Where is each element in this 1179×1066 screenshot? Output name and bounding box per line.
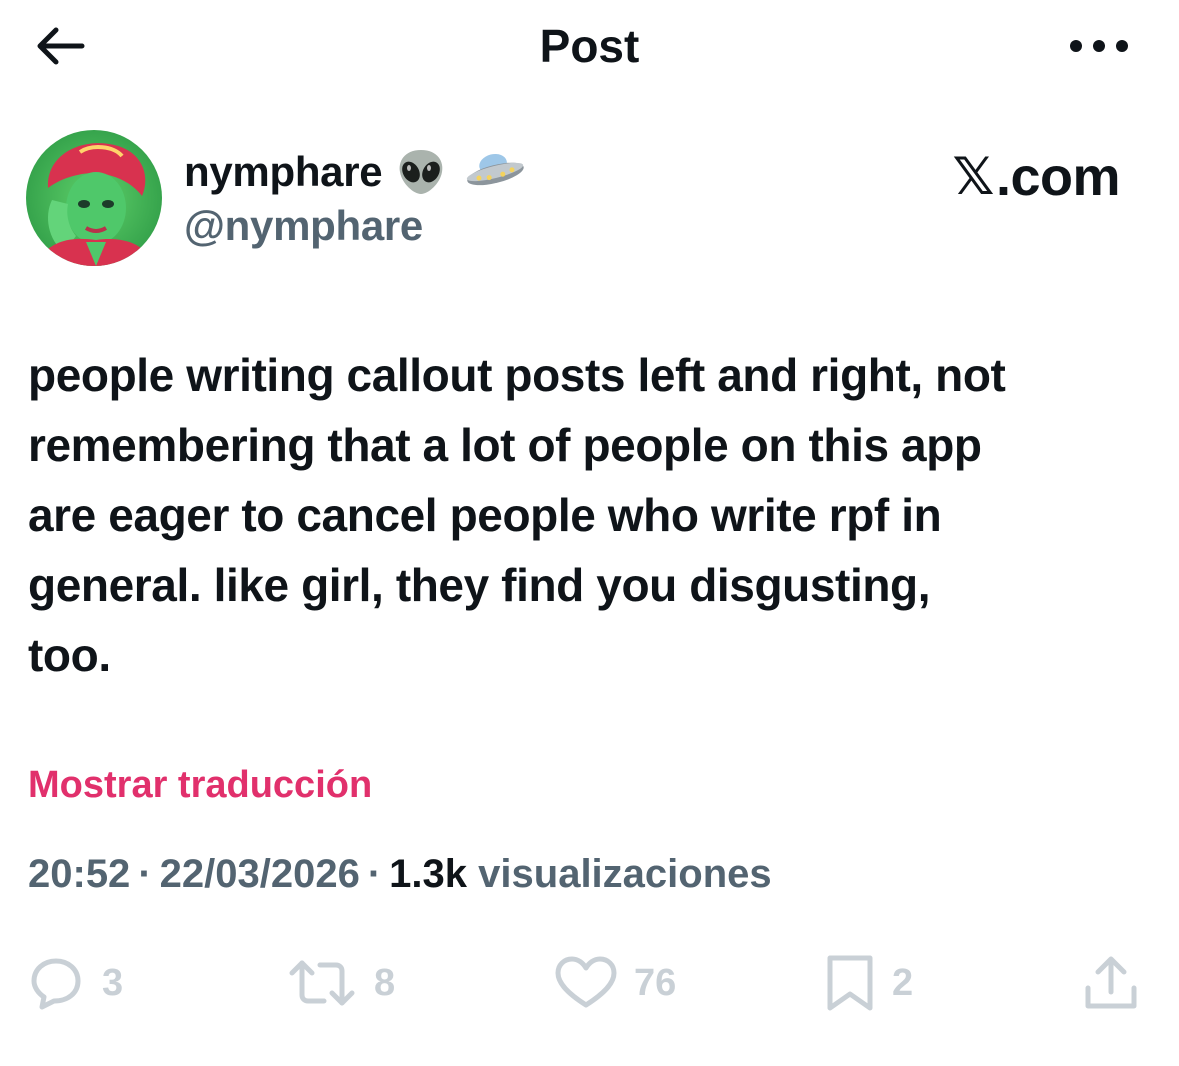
repost-count: 8 [374, 961, 396, 1004]
like-button[interactable]: 76 [554, 948, 676, 1018]
reply-button[interactable]: 3 [24, 948, 123, 1018]
like-count: 76 [634, 961, 677, 1004]
more-horizontal-icon [1070, 40, 1128, 52]
meta-separator: · [138, 852, 152, 896]
x-com-watermark: 𝕏 .com [952, 146, 1121, 208]
share-icon [1085, 956, 1137, 1009]
x-logo-icon: 𝕏 [952, 147, 995, 207]
action-bar: 3 8 76 2 [24, 948, 1144, 1018]
display-name-row: nymphare [184, 146, 526, 198]
alien-emoji-icon [396, 148, 446, 196]
bookmark-count: 2 [892, 961, 914, 1004]
display-name[interactable]: nymphare [184, 148, 383, 196]
page-title: Post [539, 20, 640, 72]
arrow-left-icon [37, 27, 85, 65]
watermark-text: .com [995, 147, 1121, 207]
repost-button[interactable]: 8 [286, 948, 395, 1018]
views-count: 1.3k [389, 852, 468, 896]
meta-separator: · [367, 852, 382, 896]
reply-icon [31, 958, 81, 1010]
bookmark-button[interactable]: 2 [824, 948, 913, 1018]
share-button[interactable] [1082, 948, 1140, 1018]
post-author: nymphare @nymphare 𝕏 .com [26, 130, 1156, 270]
reply-count: 3 [102, 961, 124, 1004]
repost-icon [289, 960, 355, 1006]
post-date[interactable]: 22/03/2026 [160, 852, 360, 896]
back-button[interactable] [30, 20, 90, 72]
bookmark-icon [827, 955, 873, 1011]
user-handle[interactable]: @nymphare [184, 202, 423, 250]
post-text: people writing callout posts left and ri… [28, 349, 1006, 681]
top-bar: Post [0, 0, 1179, 96]
ufo-emoji-icon [464, 152, 526, 192]
post-time[interactable]: 20:52 [28, 852, 130, 896]
avatar[interactable] [26, 130, 162, 266]
avatar-image [26, 130, 162, 266]
views-label: visualizaciones [478, 852, 772, 896]
heart-icon [555, 956, 617, 1008]
show-translation-link[interactable]: Mostrar traducción [28, 764, 372, 807]
post-meta: 20:52 · 22/03/2026 · 1.3k visualizaciones [28, 852, 772, 897]
more-options-button[interactable] [1059, 22, 1139, 70]
